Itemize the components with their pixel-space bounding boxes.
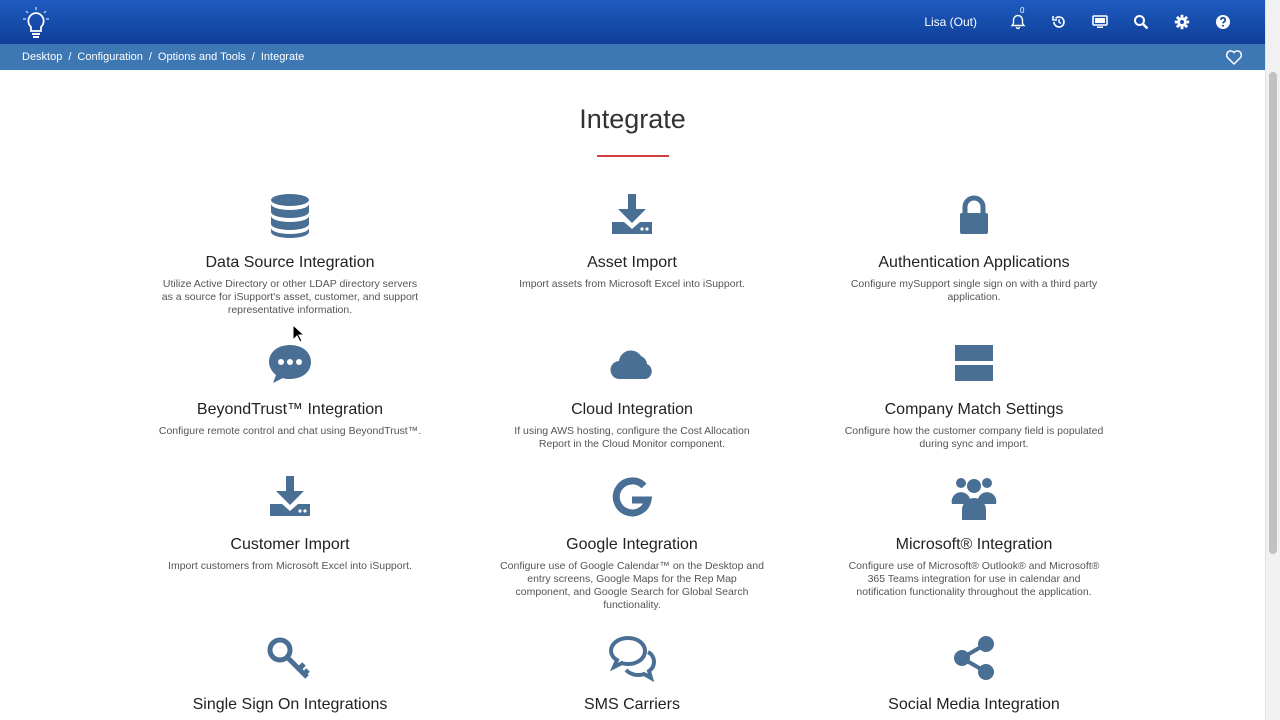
card-description: Configure how the customer company field… (844, 425, 1104, 450)
card-title: SMS Carriers (583, 696, 680, 713)
card-title: Single Sign On Integrations (192, 696, 388, 713)
card-authentication-applications[interactable]: Authentication Applications Configure my… (824, 192, 1124, 304)
breadcrumb-separator: / (68, 51, 72, 63)
card-description: Configure use of Microsoft® Outlook® and… (848, 560, 1100, 598)
user-status-label[interactable]: Lisa (Out) (924, 15, 977, 29)
card-description: Utilize Active Directory or other LDAP d… (161, 278, 419, 316)
history-icon (1051, 16, 1065, 28)
card-google-integration[interactable]: Google Integration Configure use of Goog… (482, 474, 782, 612)
heart-icon[interactable] (1225, 48, 1243, 66)
card-title: Cloud Integration (571, 401, 693, 418)
notifications-button[interactable]: 0 (997, 0, 1038, 44)
card-title: Google Integration (566, 536, 698, 553)
settings-button[interactable] (1161, 0, 1202, 44)
card-single-sign-on-integrations[interactable]: Single Sign On Integrations (140, 634, 440, 714)
mouse-cursor-icon (292, 324, 306, 343)
card-data-source-integration[interactable]: Data Source Integration Utilize Active D… (140, 192, 440, 317)
card-beyondtrust-integration[interactable]: BeyondTrust™ Integration Configure remot… (140, 339, 440, 438)
bell-icon (1010, 14, 1025, 30)
card-title: Asset Import (587, 254, 677, 271)
share-icon (950, 634, 998, 682)
card-description: Configure remote control and chat using … (158, 425, 422, 437)
card-company-match-settings[interactable]: Company Match Settings Configure how the… (824, 339, 1124, 451)
comments-icon (608, 634, 656, 682)
lock-icon (950, 192, 998, 240)
monitor-button[interactable] (1079, 0, 1120, 44)
monitor-icon (1091, 15, 1108, 28)
cloud-icon (608, 339, 656, 387)
card-title: BeyondTrust™ Integration (196, 401, 384, 418)
card-description: If using AWS hosting, configure the Cost… (514, 425, 750, 450)
users-icon (950, 474, 998, 522)
card-description: Import assets from Microsoft Excel into … (519, 278, 745, 290)
google-icon (608, 474, 656, 522)
lightbulb-logo-icon[interactable] (22, 6, 50, 40)
card-title: Authentication Applications (878, 254, 1070, 271)
card-sms-carriers[interactable]: SMS Carriers (482, 634, 782, 714)
gear-icon (1174, 14, 1189, 30)
card-customer-import[interactable]: Customer Import Import customers from Mi… (140, 474, 440, 573)
key-icon (266, 634, 314, 682)
top-bar: Lisa (Out) 0 (0, 0, 1265, 44)
history-button[interactable] (1038, 0, 1079, 44)
breadcrumb-integrate: Integrate (260, 51, 305, 63)
download-icon (608, 192, 656, 240)
breadcrumb-desktop[interactable]: Desktop (22, 51, 62, 63)
server-icon (950, 339, 998, 387)
card-title: Data Source Integration (205, 254, 375, 271)
card-title: Company Match Settings (884, 401, 1064, 418)
card-asset-import[interactable]: Asset Import Import assets from Microsof… (482, 192, 782, 291)
help-button[interactable] (1202, 0, 1243, 44)
database-icon (266, 192, 314, 240)
card-microsoft-integration[interactable]: Microsoft® Integration Configure use of … (824, 474, 1124, 599)
breadcrumb-separator: / (148, 51, 152, 63)
breadcrumb-options-and-tools[interactable]: Options and Tools (158, 51, 246, 63)
scrollbar[interactable] (1265, 0, 1280, 720)
card-title: Social Media Integration (888, 696, 1060, 713)
title-underline (597, 155, 669, 157)
card-title: Microsoft® Integration (895, 536, 1053, 553)
card-title: Customer Import (230, 536, 350, 553)
page-title: Integrate (579, 104, 686, 134)
breadcrumb: Desktop / Configuration / Options and To… (0, 44, 1265, 70)
card-description: Configure mySupport single sign on with … (850, 278, 1098, 303)
download-icon (266, 474, 314, 522)
chat-bubble-icon (266, 339, 314, 387)
search-button[interactable] (1120, 0, 1161, 44)
card-description: Import customers from Microsoft Excel in… (168, 560, 412, 572)
card-description: Configure use of Google Calendar™ on the… (500, 560, 764, 611)
breadcrumb-separator: / (251, 51, 255, 63)
scrollbar-thumb[interactable] (1269, 72, 1277, 554)
card-social-media-integration[interactable]: Social Media Integration (824, 634, 1124, 714)
card-cloud-integration[interactable]: Cloud Integration If using AWS hosting, … (482, 339, 782, 451)
search-icon (1133, 15, 1148, 30)
notification-count: 0 (1020, 6, 1025, 15)
breadcrumb-configuration[interactable]: Configuration (77, 51, 142, 63)
help-icon (1215, 15, 1230, 29)
